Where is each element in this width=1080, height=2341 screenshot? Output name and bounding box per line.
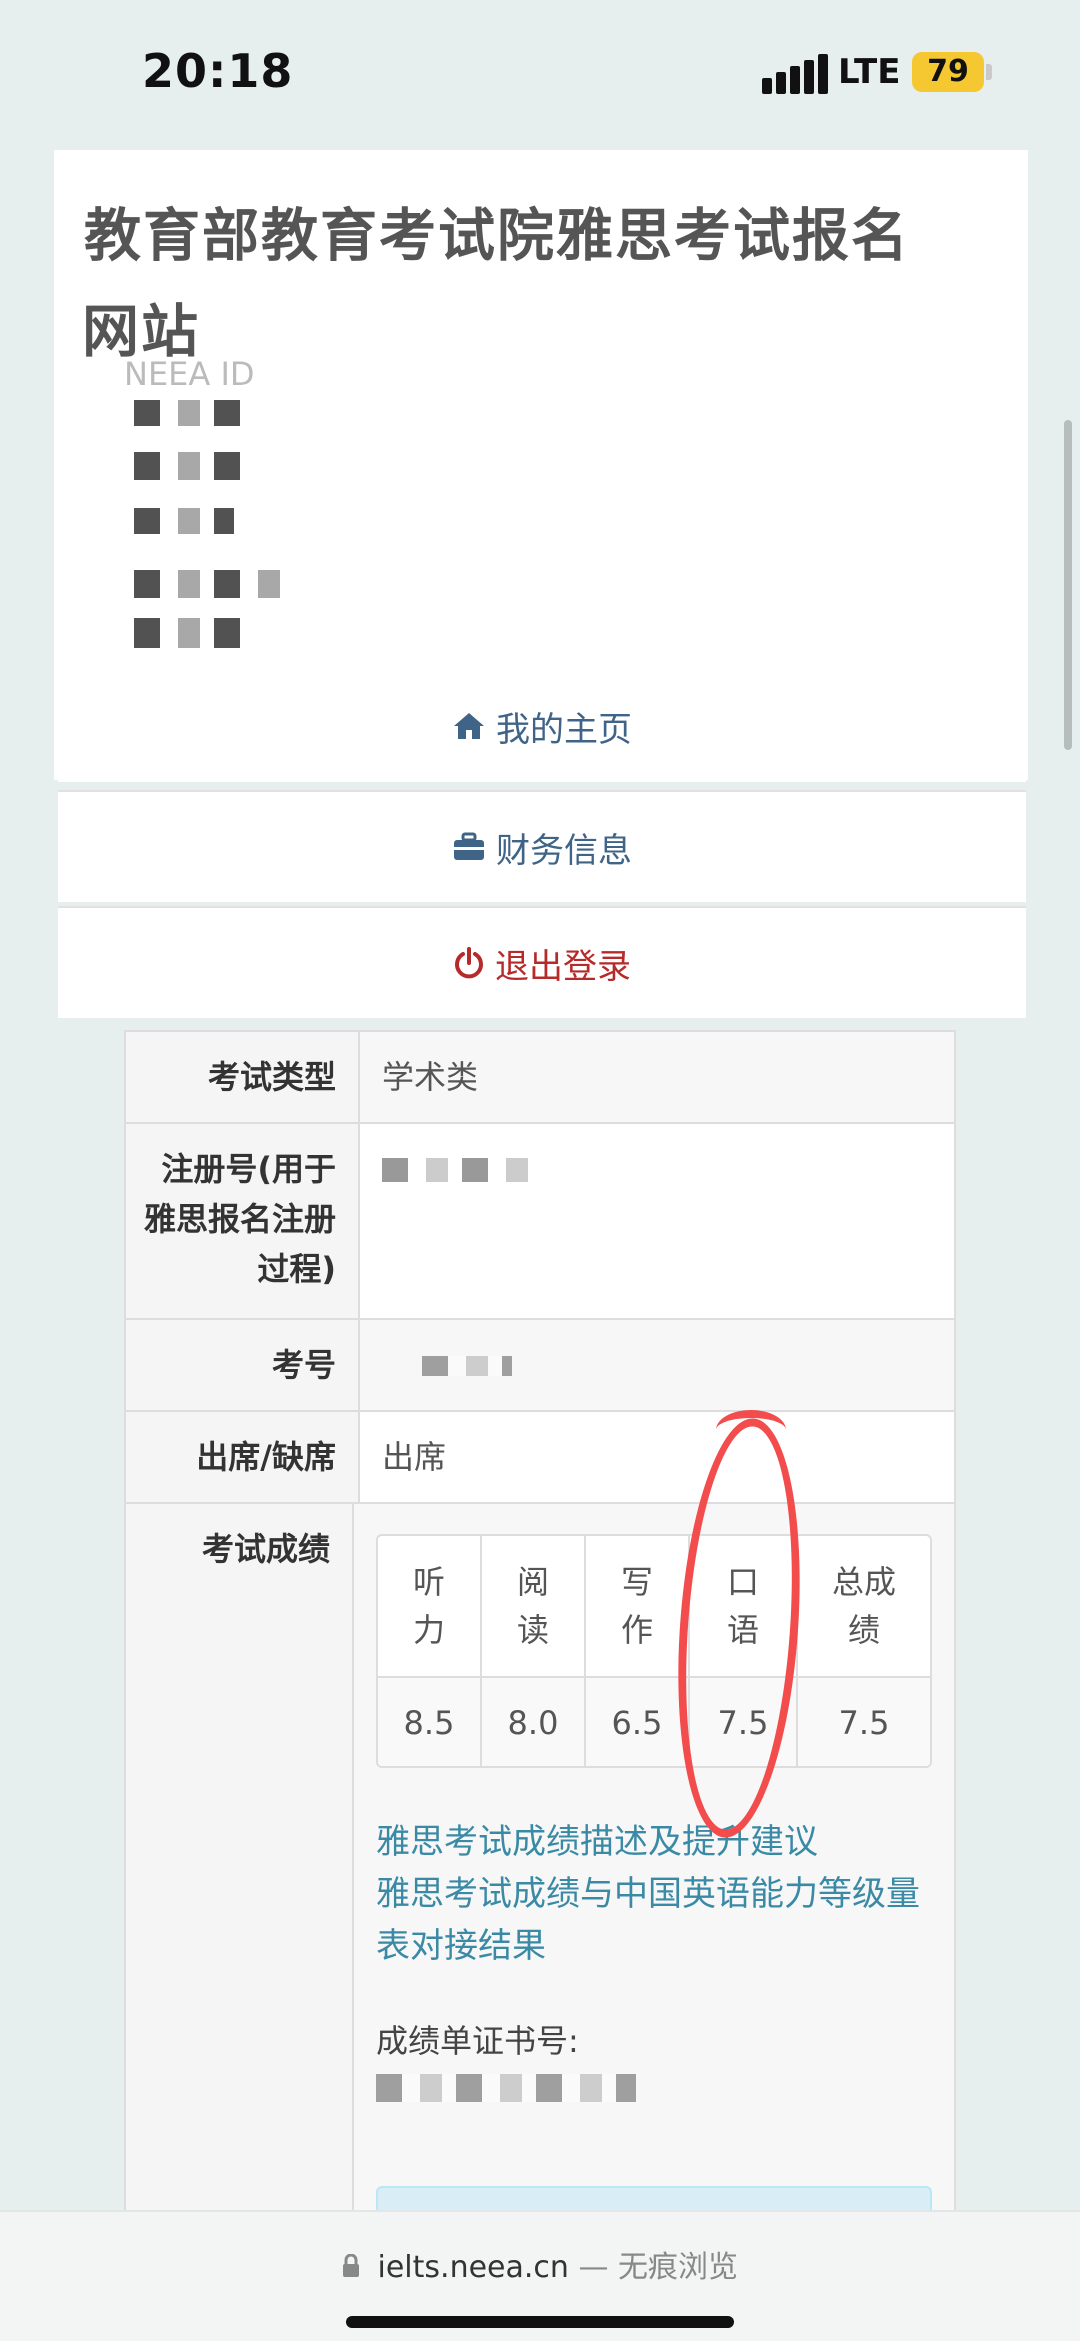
redacted-user-info	[134, 452, 244, 480]
nav-logout-button[interactable]: 退出登录	[58, 906, 1026, 1018]
battery-cap	[986, 64, 992, 80]
table-row: 考号	[126, 1318, 954, 1410]
exam-type-label: 考试类型	[126, 1032, 360, 1122]
redacted-registration-number	[382, 1158, 532, 1182]
score-header-listening: 听力	[378, 1536, 482, 1676]
score-value-listening: 8.5	[378, 1676, 482, 1766]
nav-logout-label: 退出登录	[495, 946, 631, 987]
nav-finance-button[interactable]: 财务信息	[58, 790, 1026, 902]
report-number-label: 成绩单证书号:	[376, 2022, 579, 2060]
lock-icon	[342, 2251, 360, 2286]
score-grid: 听力 阅读 写作 口语 总成绩 8.5 8.0 6.5 7.5 7.5	[376, 1534, 932, 1768]
url-domain: ielts.neea.cn	[377, 2250, 569, 2285]
url-display[interactable]: ielts.neea.cn — 无痕浏览	[0, 2242, 1080, 2286]
scrollbar[interactable]	[1064, 420, 1072, 750]
nav-finance-label: 财务信息	[496, 830, 632, 871]
home-indicator[interactable]	[346, 2316, 734, 2328]
redacted-user-info	[134, 400, 254, 426]
score-links: 雅思考试成绩描述及提升建议 雅思考试成绩与中国英语能力等级量表对接结果	[376, 1816, 932, 1972]
cse-mapping-link[interactable]: 雅思考试成绩与中国英语能力等级量表对接结果	[376, 1868, 932, 1972]
score-description-link[interactable]: 雅思考试成绩描述及提升建议	[376, 1816, 932, 1868]
battery-icon: 79	[912, 52, 984, 92]
private-mode-label: — 无痕浏览	[578, 2250, 739, 2285]
briefcase-icon	[452, 832, 486, 862]
candidate-number-value	[360, 1320, 954, 1410]
site-title: 教育部教育考试院雅思考试报名 网站	[82, 188, 1024, 380]
registration-number-value	[360, 1124, 954, 1318]
score-header-reading: 阅读	[482, 1536, 586, 1676]
attendance-value: 出席	[360, 1412, 954, 1502]
redacted-report-number	[376, 2074, 636, 2102]
score-header-writing: 写作	[586, 1536, 690, 1676]
score-value-reading: 8.0	[482, 1676, 586, 1766]
clock: 20:18	[142, 44, 294, 98]
exam-type-value: 学术类	[360, 1032, 954, 1122]
site-title-line1: 教育部教育考试院雅思考试报名	[84, 203, 910, 269]
exam-score-cell: 听力 阅读 写作 口语 总成绩 8.5 8.0 6.5 7.5 7.5 雅思考试…	[354, 1504, 954, 2246]
redacted-user-info	[134, 570, 284, 598]
power-icon	[453, 947, 485, 979]
neea-id-label: NEEA ID	[124, 355, 255, 393]
signal-strength-icon	[762, 54, 828, 94]
candidate-number-label: 考号	[126, 1320, 360, 1410]
redacted-user-info	[134, 618, 254, 648]
nav-home-button[interactable]: 我的主页	[58, 670, 1026, 782]
nav-home-label: 我的主页	[496, 709, 632, 750]
table-row: 考试类型 学术类	[126, 1030, 954, 1122]
table-row: 出席/缺席 出席	[126, 1410, 954, 1502]
attendance-label: 出席/缺席	[126, 1412, 360, 1502]
annotation-circle-tail	[716, 1410, 786, 1450]
home-icon	[452, 711, 486, 741]
score-value-writing: 6.5	[586, 1676, 690, 1766]
score-header-overall: 总成绩	[831, 1563, 896, 1649]
table-row: 考试成绩 听力 阅读 写作 口语 总成绩 8.5 8.0 6.5 7.5 7.5…	[126, 1502, 954, 2246]
redacted-candidate-number	[422, 1356, 512, 1376]
table-row: 注册号(用于雅思报名注册过程)	[126, 1122, 954, 1318]
status-bar: 20:18 LTE 79	[0, 0, 1080, 150]
exam-score-label: 考试成绩	[126, 1504, 354, 2242]
exam-info-table: 考试类型 学术类 注册号(用于雅思报名注册过程) 考号 出席/缺席 出席 考试成…	[124, 1030, 956, 2246]
redacted-user-info	[134, 508, 234, 534]
browser-url-bar[interactable]: ielts.neea.cn — 无痕浏览	[0, 2210, 1080, 2341]
score-value-overall: 7.5	[798, 1676, 930, 1766]
registration-number-label: 注册号(用于雅思报名注册过程)	[126, 1124, 360, 1318]
network-type: LTE	[838, 52, 901, 92]
